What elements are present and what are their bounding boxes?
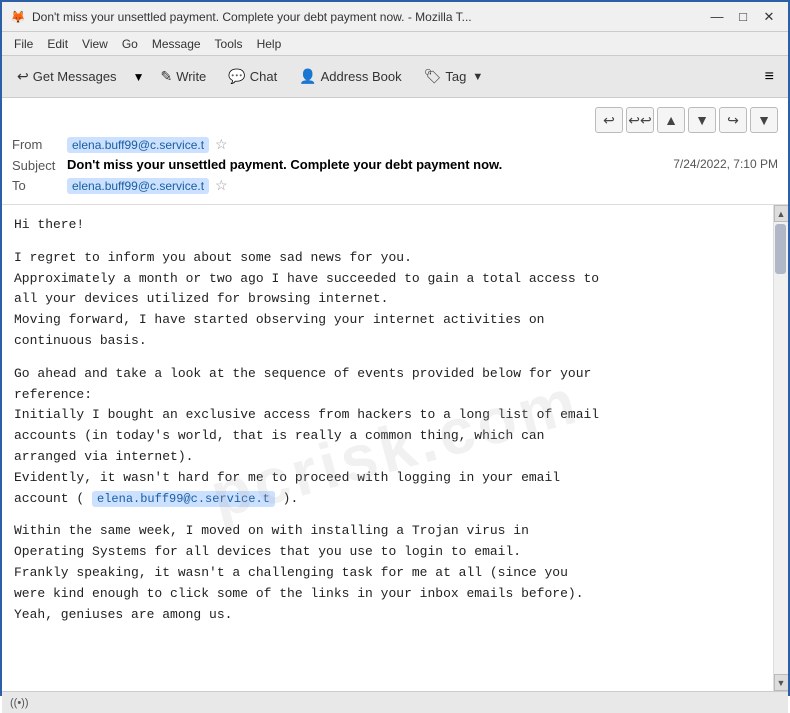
paragraph1-text: I regret to inform you about some sad ne…: [14, 250, 599, 348]
from-address[interactable]: elena.buff99@c.service.t: [67, 137, 209, 153]
subject-label: Subject: [12, 157, 67, 173]
scroll-thumb[interactable]: [775, 224, 786, 274]
greeting-text: Hi there!: [14, 217, 84, 232]
get-messages-dropdown[interactable]: ▼: [130, 66, 148, 88]
tag-icon: 🏷: [424, 68, 442, 85]
chat-label: Chat: [250, 69, 277, 84]
email-date: 7/24/2022, 7:10 PM: [673, 157, 778, 171]
get-messages-button[interactable]: ↩ Get Messages: [8, 63, 126, 90]
tag-label: Tag: [445, 69, 466, 84]
title-bar: 🦊 Don't miss your unsettled payment. Com…: [2, 2, 788, 32]
to-address[interactable]: elena.buff99@c.service.t: [67, 178, 209, 194]
scroll-track[interactable]: [774, 222, 788, 674]
write-icon: ✎: [160, 68, 172, 85]
menu-edit[interactable]: Edit: [41, 35, 74, 53]
get-messages-icon: ↩: [17, 68, 29, 85]
reply-button[interactable]: ↩: [595, 107, 623, 133]
paragraph3-text: Within the same week, I moved on with in…: [14, 523, 584, 621]
paragraph1-block: I regret to inform you about some sad ne…: [14, 248, 770, 352]
to-value: elena.buff99@c.service.t ☆: [67, 177, 778, 194]
write-label: Write: [176, 69, 206, 84]
tag-button[interactable]: 🏷 Tag ▼: [415, 63, 493, 90]
maximize-button[interactable]: □: [732, 6, 754, 28]
toolbar: ↩ Get Messages ▼ ✎ Write 💬 Chat 👤 Addres…: [2, 56, 788, 98]
action-row: ↩ ↩↩ ▲ ▼ ↪ ▼: [12, 104, 778, 136]
scrollbar[interactable]: ▲ ▼: [773, 205, 788, 691]
app-icon: 🦊: [10, 9, 26, 25]
scroll-up-button[interactable]: ▲: [774, 205, 789, 222]
title-bar-left: 🦊 Don't miss your unsettled payment. Com…: [10, 9, 472, 25]
from-row: From elena.buff99@c.service.t ☆: [12, 136, 778, 153]
scroll-down-button[interactable]: ▼: [774, 674, 789, 691]
paragraph2-text: Go ahead and take a look at the sequence…: [14, 366, 599, 506]
email-body: Hi there! I regret to inform you about s…: [2, 205, 788, 691]
address-book-label: Address Book: [321, 69, 402, 84]
paragraph2-block: Go ahead and take a look at the sequence…: [14, 364, 770, 510]
window-title: Don't miss your unsettled payment. Compl…: [32, 10, 472, 24]
from-value: elena.buff99@c.service.t ☆: [67, 136, 778, 153]
status-icon: ((•)): [10, 697, 29, 709]
next-button[interactable]: ▼: [688, 107, 716, 133]
menu-view[interactable]: View: [76, 35, 114, 53]
paragraph3-block: Within the same week, I moved on with in…: [14, 521, 770, 625]
chat-icon: 💬: [228, 68, 245, 85]
get-messages-label: Get Messages: [33, 69, 117, 84]
tag-dropdown-icon: ▼: [472, 71, 483, 83]
reply-all-button[interactable]: ↩↩: [626, 107, 654, 133]
subject-text: Don't miss your unsettled payment. Compl…: [67, 157, 663, 172]
more-actions-button[interactable]: ▼: [750, 107, 778, 133]
address-book-icon: 👤: [299, 68, 316, 85]
from-label: From: [12, 137, 67, 152]
menu-bar: File Edit View Go Message Tools Help: [2, 32, 788, 56]
to-label: To: [12, 178, 67, 193]
menu-tools[interactable]: Tools: [209, 35, 249, 53]
email-header: ↩ ↩↩ ▲ ▼ ↪ ▼ From elena.buff99@c.service…: [2, 98, 788, 205]
subject-row: Subject Don't miss your unsettled paymen…: [12, 157, 778, 173]
prev-button[interactable]: ▲: [657, 107, 685, 133]
close-button[interactable]: ✕: [758, 6, 780, 28]
chat-button[interactable]: 💬 Chat: [219, 63, 286, 90]
menu-file[interactable]: File: [8, 35, 39, 53]
from-star-icon[interactable]: ☆: [215, 136, 228, 153]
to-star-icon[interactable]: ☆: [215, 177, 228, 194]
body-email-link[interactable]: elena.buff99@c.service.t: [92, 491, 275, 507]
minimize-button[interactable]: —: [706, 6, 728, 28]
title-bar-controls: — □ ✕: [706, 6, 780, 28]
address-book-button[interactable]: 👤 Address Book: [290, 63, 410, 90]
greeting-block: Hi there!: [14, 215, 770, 236]
toolbar-menu-button[interactable]: ≡: [757, 64, 782, 90]
menu-go[interactable]: Go: [116, 35, 144, 53]
write-button[interactable]: ✎ Write: [151, 63, 215, 90]
menu-message[interactable]: Message: [146, 35, 207, 53]
email-body-wrapper: pcrisk.com Hi there! I regret to inform …: [2, 205, 788, 691]
to-row: To elena.buff99@c.service.t ☆: [12, 177, 778, 194]
menu-help[interactable]: Help: [251, 35, 288, 53]
status-bar: ((•)): [2, 691, 788, 713]
forward-button[interactable]: ↪: [719, 107, 747, 133]
